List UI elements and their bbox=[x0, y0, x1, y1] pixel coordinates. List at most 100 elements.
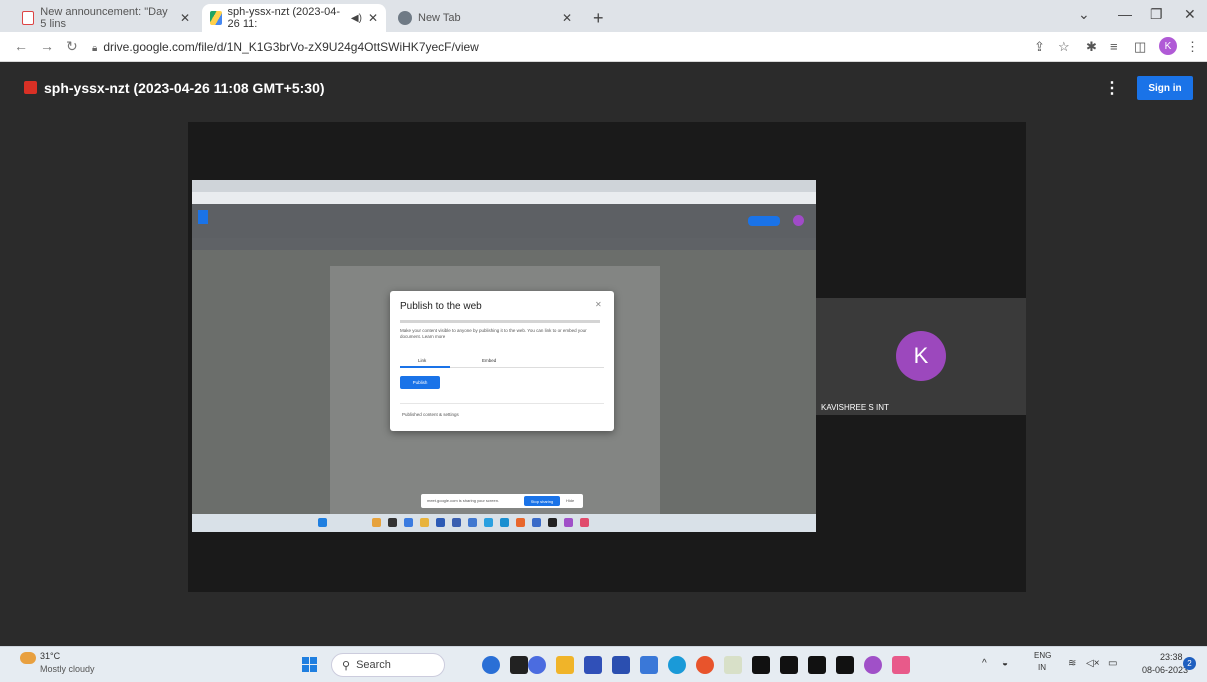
network-app-icon[interactable]: ◒ bbox=[1002, 658, 1008, 669]
app-icon bbox=[500, 518, 509, 527]
browser-tab-strip: New announcement: "Day 5 lins ✕ sph-yssx… bbox=[0, 0, 1207, 32]
app-icon bbox=[564, 518, 573, 527]
tab-drive[interactable]: sph-yssx-nzt (2023-04-26 11: ◀) ✕ bbox=[202, 4, 386, 32]
app-icon[interactable] bbox=[808, 656, 826, 674]
tab-label: New Tab bbox=[418, 12, 461, 24]
notification-badge[interactable]: 2 bbox=[1183, 657, 1196, 670]
tab-search-icon[interactable]: ⌄ bbox=[1078, 6, 1090, 23]
dialog-description: Make your content visible to anyone by p… bbox=[400, 328, 587, 339]
share-icon[interactable]: ⇪ bbox=[1034, 39, 1045, 55]
bookmark-star-icon[interactable]: ☆ bbox=[1058, 39, 1070, 55]
app-icon bbox=[452, 518, 461, 527]
app-icon bbox=[436, 518, 445, 527]
gmail-icon bbox=[22, 11, 35, 25]
video-file-icon bbox=[24, 81, 37, 94]
firefox-icon[interactable] bbox=[696, 656, 714, 674]
hide-button: Hide bbox=[566, 498, 575, 503]
search-icon: ⚲ bbox=[342, 659, 351, 672]
task-view-icon[interactable] bbox=[510, 656, 528, 674]
dialog-tab-link: Link bbox=[418, 358, 427, 363]
app-icon bbox=[484, 518, 493, 527]
tab-new-tab[interactable]: New Tab ✕ bbox=[390, 4, 580, 32]
publish-dialog: Publish to the web ✕ Make your content v… bbox=[390, 291, 614, 431]
store-icon[interactable] bbox=[640, 656, 658, 674]
weather-description[interactable]: Mostly cloudy bbox=[40, 664, 95, 674]
copilot-icon[interactable] bbox=[482, 656, 500, 674]
dialog-tab-embed: Embed bbox=[482, 358, 497, 363]
lock-icon: 🔒︎ bbox=[92, 43, 98, 54]
chat-icon[interactable] bbox=[528, 656, 546, 674]
close-icon[interactable]: ✕ bbox=[368, 11, 378, 25]
side-panel-icon[interactable]: ◫ bbox=[1134, 39, 1146, 55]
language-bottom[interactable]: IN bbox=[1038, 663, 1046, 672]
minimize-icon[interactable]: — bbox=[1118, 6, 1132, 22]
app-icon bbox=[548, 518, 557, 527]
app-icon bbox=[580, 518, 589, 527]
battery-icon[interactable]: ▭ bbox=[1108, 658, 1117, 669]
published-settings-link: Published content & settings bbox=[402, 412, 459, 417]
excel-icon[interactable] bbox=[724, 656, 742, 674]
app-icon bbox=[372, 518, 381, 527]
start-button[interactable] bbox=[302, 657, 318, 673]
close-icon: ✕ bbox=[595, 300, 602, 309]
app-icon bbox=[468, 518, 477, 527]
audio-icon[interactable]: ◀) bbox=[351, 13, 362, 24]
screen-share-bar: meet.google.com is sharing your screen. … bbox=[421, 494, 583, 508]
new-tab-button[interactable]: + bbox=[593, 8, 604, 29]
divider bbox=[400, 403, 604, 404]
reading-list-icon[interactable]: ≡ bbox=[1110, 39, 1118, 54]
clock-date[interactable]: 08-06-2023 bbox=[1142, 665, 1188, 675]
share-bar-text: meet.google.com is sharing your screen. bbox=[427, 498, 500, 503]
back-icon[interactable]: ← bbox=[14, 38, 28, 54]
app-icon bbox=[420, 518, 429, 527]
restore-icon[interactable]: ❐ bbox=[1150, 6, 1163, 23]
tab-gmail[interactable]: New announcement: "Day 5 lins ✕ bbox=[14, 4, 198, 32]
language-top[interactable]: ENG bbox=[1034, 651, 1051, 660]
stop-sharing-button: Stop sharing bbox=[524, 496, 560, 506]
sign-in-button[interactable]: Sign in bbox=[1137, 76, 1193, 100]
close-window-icon[interactable]: ✕ bbox=[1184, 6, 1196, 23]
participant-avatar: K bbox=[896, 331, 946, 381]
shared-tab-strip bbox=[192, 180, 816, 192]
url-field[interactable]: 🔒︎ drive.google.com/file/d/1N_K1G3brVo-zX… bbox=[92, 40, 479, 54]
app-icon bbox=[404, 518, 413, 527]
profile-avatar[interactable]: K bbox=[1159, 37, 1177, 55]
app-icon[interactable] bbox=[780, 656, 798, 674]
chevron-up-icon[interactable]: ^ bbox=[982, 658, 987, 669]
extensions-icon[interactable]: ✱ bbox=[1086, 39, 1097, 55]
snipping-tool-icon[interactable] bbox=[892, 656, 910, 674]
edge-icon[interactable] bbox=[668, 656, 686, 674]
terminal-icon[interactable] bbox=[752, 656, 770, 674]
app-icon[interactable] bbox=[836, 656, 854, 674]
more-options-icon[interactable]: ⋮ bbox=[1104, 78, 1120, 98]
browser-menu-icon[interactable]: ⋮ bbox=[1186, 39, 1199, 55]
windows-taskbar bbox=[0, 646, 1207, 682]
chrome-profile-icon[interactable] bbox=[864, 656, 882, 674]
shared-share-button bbox=[748, 216, 780, 226]
dropbox-icon[interactable] bbox=[612, 656, 630, 674]
chrome-icon bbox=[398, 11, 412, 25]
drive-icon bbox=[210, 11, 222, 25]
shared-address-bar bbox=[192, 192, 816, 204]
shared-avatar bbox=[793, 215, 804, 226]
wifi-icon[interactable]: ≋ bbox=[1068, 658, 1076, 669]
forward-icon[interactable]: → bbox=[40, 38, 54, 54]
publish-button: Publish bbox=[400, 376, 440, 389]
calculator-icon[interactable] bbox=[584, 656, 602, 674]
dialog-title: Publish to the web bbox=[400, 301, 482, 312]
taskbar-search[interactable]: ⚲ Search bbox=[331, 653, 445, 677]
search-label: Search bbox=[356, 659, 391, 671]
address-bar: ← → ↻ 🔒︎ drive.google.com/file/d/1N_K1G3b… bbox=[0, 32, 1207, 62]
shared-taskbar bbox=[192, 514, 816, 532]
volume-icon[interactable]: ◁× bbox=[1086, 658, 1100, 669]
close-icon[interactable]: ✕ bbox=[562, 11, 572, 25]
start-icon bbox=[318, 518, 327, 527]
reload-icon[interactable]: ↻ bbox=[66, 38, 78, 55]
participant-name: KAVISHREE S INT bbox=[821, 403, 889, 412]
clock-time[interactable]: 23:38 bbox=[1160, 652, 1183, 662]
tab-label: sph-yssx-nzt (2023-04-26 11: bbox=[227, 6, 341, 30]
weather-temperature[interactable]: 31°C bbox=[40, 651, 60, 661]
file-explorer-icon[interactable] bbox=[556, 656, 574, 674]
weather-cloud-icon[interactable] bbox=[20, 652, 36, 664]
close-icon[interactable]: ✕ bbox=[180, 11, 190, 25]
